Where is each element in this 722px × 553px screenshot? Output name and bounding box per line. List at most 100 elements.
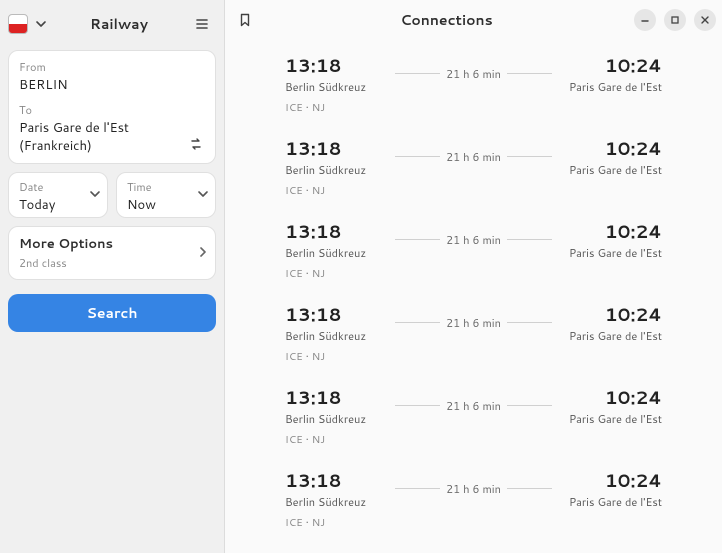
connection-item[interactable]: 13:18 Berlin Südkreuz 21 h 6 min 10:24 P… [285,206,662,289]
departure-station: Berlin Südkreuz [285,411,385,427]
minimize-icon [640,15,650,25]
profile-dropdown[interactable] [32,10,50,38]
departure-station: Berlin Südkreuz [285,79,385,95]
maximize-icon [670,15,680,25]
connection-item[interactable]: 13:18 Berlin Südkreuz 21 h 6 min 10:24 P… [285,372,662,455]
arrival: 10:24 Paris Gare de l'Est [562,135,662,178]
arrival-station: Paris Gare de l'Est [562,328,662,344]
train-tags: ICE • NJ [285,184,662,198]
arrival-station: Paris Gare de l'Est [562,411,662,427]
sidebar-header: Railway [8,6,216,42]
connection-item[interactable]: 13:18 Berlin Südkreuz 21 h 6 min 10:24 P… [285,289,662,372]
line-left [395,156,440,157]
departure-time: 13:18 [285,52,385,78]
departure-time: 13:18 [285,384,385,410]
main-header: Connections [225,0,722,40]
journey-line: 21 h 6 min [395,396,552,416]
window-controls [634,9,716,31]
line-left [395,322,440,323]
departure-time: 13:18 [285,218,385,244]
bookmarks-button[interactable] [231,6,259,34]
arrival: 10:24 Paris Gare de l'Est [562,301,662,344]
app-icon [8,14,28,34]
departure-station: Berlin Südkreuz [285,245,385,261]
arrival: 10:24 Paris Gare de l'Est [562,52,662,95]
line-right [507,156,552,157]
maximize-button[interactable] [664,9,686,31]
from-label: From [19,59,205,75]
to-block: To Paris Gare de l'Est (Frankreich) [19,102,205,155]
connection-top: 13:18 Berlin Südkreuz 21 h 6 min 10:24 P… [285,135,662,178]
train-tags: ICE • NJ [285,350,662,364]
arrival-station: Paris Gare de l'Est [562,245,662,261]
connection-top: 13:18 Berlin Südkreuz 21 h 6 min 10:24 P… [285,52,662,95]
time-label: Time [127,179,205,195]
connection-item[interactable]: 13:18 Berlin Südkreuz 21 h 6 min 10:24 P… [285,455,662,538]
connections-list[interactable]: 13:18 Berlin Südkreuz 21 h 6 min 10:24 P… [225,40,722,553]
departure-time: 13:18 [285,301,385,327]
line-left [395,488,440,489]
search-button-label: Search [86,303,137,323]
duration-label: 21 h 6 min [440,149,507,165]
more-options-label: More Options [19,235,205,253]
arrival-time: 10:24 [562,135,662,161]
line-left [395,73,440,74]
bookmark-icon [238,13,252,27]
departure: 13:18 Berlin Südkreuz [285,467,385,510]
journey-line: 21 h 6 min [395,313,552,333]
departure-station: Berlin Südkreuz [285,494,385,510]
journey-line: 21 h 6 min [395,147,552,167]
line-left [395,239,440,240]
close-button[interactable] [694,9,716,31]
duration-label: 21 h 6 min [440,232,507,248]
chevron-down-icon [35,18,47,30]
hamburger-icon [195,17,209,31]
arrival-time: 10:24 [562,384,662,410]
connection-item[interactable]: 13:18 Berlin Südkreuz 21 h 6 min 10:24 P… [285,123,662,206]
date-picker[interactable]: Date Today [8,172,108,218]
arrival-station: Paris Gare de l'Est [562,494,662,510]
duration-label: 21 h 6 min [440,398,507,414]
arrival-time: 10:24 [562,467,662,493]
departure: 13:18 Berlin Südkreuz [285,301,385,344]
arrival-time: 10:24 [562,218,662,244]
departure: 13:18 Berlin Südkreuz [285,218,385,261]
time-picker[interactable]: Time Now [116,172,216,218]
line-right [507,73,552,74]
line-right [507,322,552,323]
date-value: Today [19,196,97,214]
journey-line: 21 h 6 min [395,479,552,499]
line-right [507,405,552,406]
app-title: Railway [54,14,184,34]
connection-item[interactable]: 13:18 Berlin Südkreuz 21 h 6 min 10:24 P… [285,40,662,123]
departure: 13:18 Berlin Südkreuz [285,52,385,95]
arrival-time: 10:24 [562,301,662,327]
chevron-down-icon [197,185,209,205]
duration-label: 21 h 6 min [440,315,507,331]
departure-time: 13:18 [285,467,385,493]
departure: 13:18 Berlin Südkreuz [285,384,385,427]
swap-button[interactable] [185,133,207,155]
connection-item[interactable]: 13:18 Berlin Südkreuz 21 h 6 min 10:24 P… [285,538,662,553]
date-label: Date [19,179,97,195]
arrival-station: Paris Gare de l'Est [562,79,662,95]
search-button[interactable]: Search [8,294,216,332]
departure: 13:18 Berlin Südkreuz [285,135,385,178]
menu-button[interactable] [188,10,216,38]
journey-line: 21 h 6 min [395,230,552,250]
line-right [507,239,552,240]
time-value: Now [127,196,205,214]
train-tags: ICE • NJ [285,516,662,530]
connection-top: 13:18 Berlin Südkreuz 21 h 6 min 10:24 P… [285,301,662,344]
more-options[interactable]: More Options 2nd class [8,226,216,280]
train-tags: ICE • NJ [285,433,662,447]
minimize-button[interactable] [634,9,656,31]
connection-top: 13:18 Berlin Südkreuz 21 h 6 min 10:24 P… [285,467,662,510]
line-left [395,405,440,406]
chevron-right-icon [197,243,209,263]
stations-card[interactable]: From BERLIN To Paris Gare de l'Est (Fran… [8,50,216,164]
duration-label: 21 h 6 min [440,481,507,497]
duration-label: 21 h 6 min [440,66,507,82]
from-block: From BERLIN [19,59,205,94]
swap-icon [189,137,203,151]
